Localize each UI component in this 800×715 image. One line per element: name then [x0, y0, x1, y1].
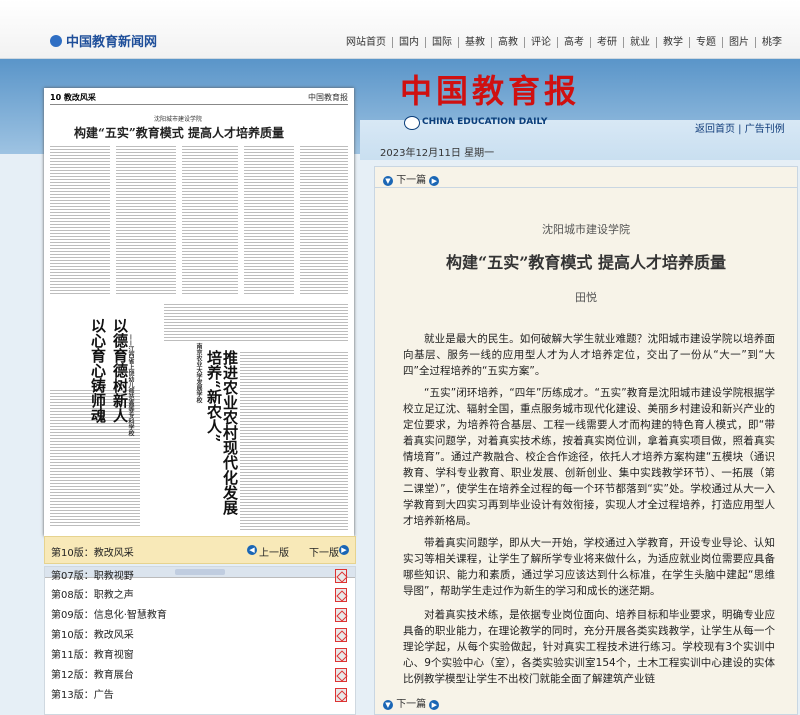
text-column: [182, 144, 238, 294]
paper-masthead: 中国教育报: [308, 93, 348, 102]
prev-page-link[interactable]: 上一版: [259, 544, 289, 559]
nav-item[interactable]: 专题: [690, 37, 723, 48]
pdf-icon[interactable]: [335, 569, 347, 583]
article-author: 田悦: [575, 291, 597, 304]
pdf-icon[interactable]: [335, 588, 347, 602]
logo-icon: [50, 35, 62, 47]
nav-item[interactable]: 教学: [657, 37, 690, 48]
nav-item[interactable]: 高考: [558, 37, 591, 48]
masthead-links: 返回首页 | 广告刊例: [695, 124, 785, 135]
page-list-item[interactable]: 第12版：教育展台: [51, 666, 351, 684]
nav-item[interactable]: 网站首页: [340, 37, 393, 48]
text-column: [300, 144, 348, 294]
page-list-item[interactable]: 第08版：职教之声: [51, 586, 351, 604]
page-list-item[interactable]: 第10版：教改风采: [51, 626, 351, 644]
page-list-label: 第10版：教改风采: [51, 630, 134, 641]
down-arrow-icon: ▼: [383, 700, 393, 710]
nav-item[interactable]: 基教: [459, 37, 492, 48]
page-list-item[interactable]: 第11版：教育视窗: [51, 646, 351, 664]
pdf-icon[interactable]: [335, 668, 347, 682]
nav-item[interactable]: 图片: [723, 37, 756, 48]
top-bar: 中国教育新闻网 网站首页 国内 国际 基教 高教 评论 高考 考研 就业 教学 专题 图片 桃李: [0, 0, 800, 59]
vertical-headline: 以心育心铸师魂: [89, 318, 107, 423]
next-arrow-icon: ▶: [429, 700, 440, 710]
page-nav-bar: 第10版：教改风采 ◀ 上一版 下一版 ▶: [44, 536, 356, 564]
nav-item[interactable]: 桃李: [756, 37, 788, 48]
page-list-label: 第07版：职教视野: [51, 571, 134, 582]
paper-title: 构建“五实”教育模式 提高人才培养质量: [74, 126, 284, 140]
logo-text: 中国教育新闻网: [66, 35, 158, 50]
article-subtitle: 沈阳城市建设学院: [542, 223, 630, 236]
site-logo[interactable]: 中国教育新闻网: [50, 31, 157, 50]
article-paragraph: 对着真实技术练，是依据专业岗位面向、培养目标和毕业要求，明确专业应具备的职业能力…: [403, 609, 775, 685]
page-list-label: 第12版：教育展台: [51, 670, 134, 681]
page-list-label: 第13版：广告: [51, 690, 114, 701]
masthead-en: CHINA EDUCATION DAILY: [422, 117, 548, 127]
main-nav: 网站首页 国内 国际 基教 高教 评论 高考 考研 就业 教学 专题 图片 桃李: [340, 33, 788, 48]
article-paragraph: 就业是最大的民生。如何破解大学生就业难题？沈阳城市建设学院以培养面向基层、服务一…: [403, 333, 775, 377]
article-nav-bottom[interactable]: ▼ 下一篇 ▶: [383, 695, 783, 710]
masthead-emblem-icon: [404, 116, 420, 130]
paper-page-label: 10 教改风采: [50, 93, 96, 102]
article-panel: ▼ 下一篇 ▶ 沈阳城市建设学院 构建“五实”教育模式 提高人才培养质量 田悦 …: [374, 166, 798, 715]
ad-rates-link[interactable]: 广告刊例: [745, 124, 785, 135]
divider: [375, 187, 797, 188]
text-column: [116, 144, 176, 294]
next-article-link[interactable]: 下一篇: [396, 699, 426, 710]
text-column: [244, 144, 294, 294]
paper-subtitle: 沈阳城市建设学院: [154, 116, 203, 123]
nav-item[interactable]: 国内: [393, 37, 426, 48]
page-preview[interactable]: 10 教改风采 中国教育报 沈阳城市建设学院 构建“五实”教育模式 提高人才培养…: [44, 88, 354, 536]
vertical-subhead: 南京农业大学发展学校: [195, 343, 202, 403]
page-list-label: 第09版：信息化·智慧教育: [51, 610, 167, 621]
nav-item[interactable]: 考研: [591, 37, 624, 48]
text-column: [240, 350, 348, 530]
issue-date: 2023年12月11日 星期一: [380, 148, 495, 159]
nav-item[interactable]: 高教: [492, 37, 525, 48]
nav-item[interactable]: 就业: [624, 37, 657, 48]
next-article-link[interactable]: 下一篇: [396, 175, 426, 186]
vertical-subhead: ——江西省上饶幼儿师范高等专科学校: [127, 334, 134, 436]
text-column: [164, 302, 348, 342]
pdf-icon[interactable]: [335, 688, 347, 702]
pdf-icon[interactable]: [335, 608, 347, 622]
page-list-item[interactable]: 第13版：广告: [51, 686, 351, 704]
home-link[interactable]: 返回首页: [695, 124, 735, 135]
page-list-item[interactable]: 第09版：信息化·智慧教育: [51, 606, 351, 624]
down-arrow-icon: ▼: [383, 176, 393, 186]
prev-arrow-icon[interactable]: ◀: [247, 545, 257, 555]
article-paragraph: 带着真实问题学，即从大一开始，学校通过入学教育，开设专业导论、认知实习等相关课程…: [403, 537, 775, 597]
next-page-link[interactable]: 下一版: [309, 544, 339, 559]
pdf-icon[interactable]: [335, 628, 347, 642]
page-list-label: 第08版：职教之声: [51, 590, 134, 601]
next-arrow-icon[interactable]: ▶: [339, 545, 349, 555]
paper-header: 10 教改风采 中国教育报: [50, 92, 348, 105]
next-arrow-icon: ▶: [429, 176, 440, 186]
article-nav-top[interactable]: ▼ 下一篇 ▶: [383, 171, 440, 186]
masthead-title: 中国教育报: [400, 72, 581, 110]
article-paragraph: “五实”闭环培养，“四年”历练成才。“五实”教育是沈阳城市建设学院根据学校立足辽…: [403, 387, 775, 527]
page-list-label: 第11版：教育视窗: [51, 650, 134, 661]
pdf-icon[interactable]: [335, 648, 347, 662]
nav-item[interactable]: 国际: [426, 37, 459, 48]
article-title: 构建“五实”教育模式 提高人才培养质量: [446, 253, 726, 272]
nav-item[interactable]: 评论: [525, 37, 558, 48]
current-page-label: 第10版：教改风采: [51, 548, 134, 559]
text-column: [50, 144, 110, 294]
vertical-headline: 推进农业农村现代化发展: [221, 350, 239, 515]
page-list-item[interactable]: 第07版：职教视野: [51, 567, 351, 585]
page-list: 第07版：职教视野 第08版：职教之声 第09版：信息化·智慧教育 第10版：教…: [44, 566, 356, 715]
